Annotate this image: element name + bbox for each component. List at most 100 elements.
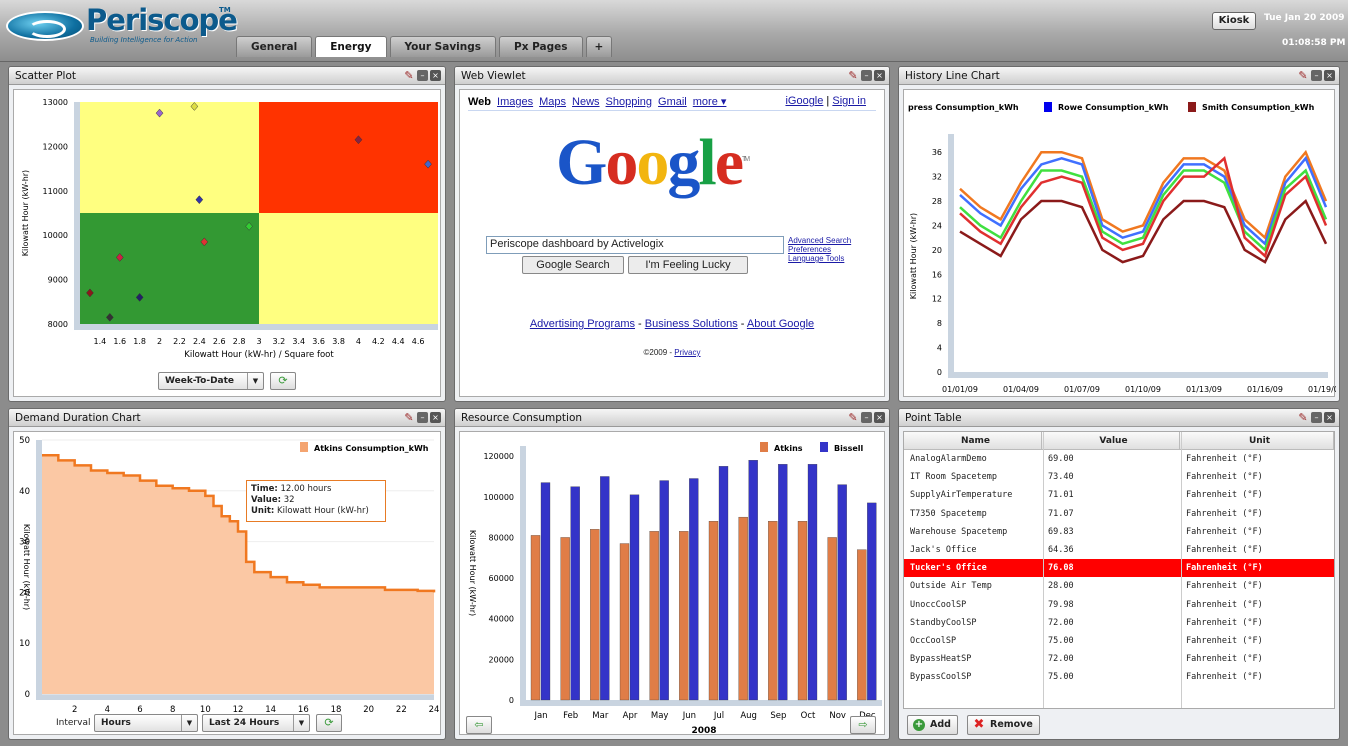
remove-button[interactable]: ✖ Remove bbox=[967, 715, 1040, 735]
table-row[interactable]: Jack's Office 64.36 Fahrenheit (°F) bbox=[904, 541, 1334, 559]
nav-news[interactable]: News bbox=[572, 96, 600, 108]
close-icon[interactable]: × bbox=[1324, 412, 1335, 423]
nav-shopping[interactable]: Shopping bbox=[606, 96, 653, 108]
close-icon[interactable]: × bbox=[430, 412, 441, 423]
igoogle-link[interactable]: iGoogle bbox=[785, 95, 823, 107]
x-tick-label: 4.2 bbox=[372, 337, 385, 346]
close-icon[interactable]: × bbox=[874, 70, 885, 81]
column-header-unit[interactable]: Unit bbox=[1180, 432, 1334, 449]
cell-name: IT Room Spacetemp bbox=[910, 472, 997, 483]
preferences-link[interactable]: Preferences bbox=[788, 245, 851, 254]
minimize-icon[interactable]: – bbox=[861, 412, 872, 423]
advertising-link[interactable]: Advertising Programs bbox=[530, 318, 635, 330]
x-tick-label: 24 bbox=[429, 705, 440, 715]
search-input[interactable]: Periscope dashboard by Activelogix bbox=[486, 236, 784, 254]
cell-value: 72.00 bbox=[1048, 654, 1074, 665]
minimize-icon[interactable]: – bbox=[417, 70, 428, 81]
tooltip-time-label: Time: bbox=[251, 484, 278, 494]
business-link[interactable]: Business Solutions bbox=[645, 318, 738, 330]
bar bbox=[778, 464, 788, 701]
minimize-icon[interactable]: – bbox=[1311, 412, 1322, 423]
column-header-value[interactable]: Value bbox=[1042, 432, 1180, 449]
interval-select[interactable]: Hours ▼ bbox=[94, 714, 198, 732]
nav-gmail[interactable]: Gmail bbox=[658, 96, 687, 108]
y-tick-label: 8 bbox=[937, 319, 942, 328]
chevron-down-icon: ▼ bbox=[293, 715, 309, 731]
tooltip-unit-value: Kilowatt Hour (kW-hr) bbox=[277, 506, 369, 516]
table-row[interactable]: StandbyCoolSP 72.00 Fahrenheit (°F) bbox=[904, 614, 1334, 632]
x-tick-label: 01/19/09 bbox=[1308, 385, 1336, 394]
refresh-button[interactable]: ⟳ bbox=[316, 714, 342, 732]
nav-maps[interactable]: Maps bbox=[539, 96, 566, 108]
time-range-select[interactable]: Last 24 Hours ▼ bbox=[202, 714, 310, 732]
tab-general[interactable]: General bbox=[236, 36, 313, 57]
table-row[interactable]: UnoccCoolSP 79.98 Fahrenheit (°F) bbox=[904, 596, 1334, 614]
minimize-icon[interactable]: – bbox=[1311, 70, 1322, 81]
edit-wrench-icon[interactable]: ✎ bbox=[1297, 412, 1309, 423]
google-account-links: iGoogle | Sign in bbox=[785, 95, 866, 107]
minimize-icon[interactable]: – bbox=[417, 412, 428, 423]
add-button[interactable]: + Add bbox=[907, 715, 958, 735]
periscope-logo: Periscope TM Building Intelligence for A… bbox=[6, 3, 238, 47]
table-row[interactable]: BypassCoolSP 75.00 Fahrenheit (°F) bbox=[904, 668, 1334, 686]
panel-header: Scatter Plot ✎ – × bbox=[9, 67, 445, 85]
panel-title: Web Viewlet bbox=[461, 70, 526, 82]
nav-images[interactable]: Images bbox=[497, 96, 533, 108]
edit-wrench-icon[interactable]: ✎ bbox=[847, 412, 859, 423]
sign-in-link[interactable]: Sign in bbox=[832, 95, 866, 107]
bar bbox=[570, 486, 580, 701]
tab-your-savings[interactable]: Your Savings bbox=[389, 36, 497, 57]
next-year-button[interactable]: ⇨ bbox=[850, 716, 876, 734]
cell-name: SupplyAirTemperature bbox=[910, 490, 1013, 501]
point-table: Name Value Unit AnalogAlarmDemo 69.00 Fahr… bbox=[903, 431, 1335, 709]
table-row[interactable]: BypassHeatSP 72.00 Fahrenheit (°F) bbox=[904, 650, 1334, 668]
bar bbox=[708, 521, 719, 701]
column-header-name[interactable]: Name bbox=[904, 432, 1042, 449]
minimize-icon[interactable]: – bbox=[861, 70, 872, 81]
edit-wrench-icon[interactable]: ✎ bbox=[1297, 70, 1309, 81]
table-row[interactable]: OccCoolSP 75.00 Fahrenheit (°F) bbox=[904, 632, 1334, 650]
demand-chart: 010203040502 4 6 8 10 12 14 16 18 20 22 24Kilowatt … bbox=[19, 436, 440, 715]
about-link[interactable]: About Google bbox=[747, 318, 814, 330]
table-row[interactable]: AnalogAlarmDemo 69.00 Fahrenheit (°F) bbox=[904, 450, 1334, 468]
feeling-lucky-button[interactable]: I'm Feeling Lucky bbox=[628, 256, 748, 274]
tab-px-pages[interactable]: Px Pages bbox=[499, 36, 583, 57]
google-search-button[interactable]: Google Search bbox=[522, 256, 624, 274]
google-nav: Web Images Maps News Shopping Gmail more ▾ bbox=[468, 95, 732, 108]
previous-year-button[interactable]: ⇦ bbox=[466, 716, 492, 734]
y-axis-label: Kilowatt Hour (kW-hr) bbox=[22, 524, 31, 610]
nav-more[interactable]: more ▾ bbox=[693, 96, 727, 108]
close-icon[interactable]: × bbox=[874, 412, 885, 423]
privacy-link[interactable]: Privacy bbox=[674, 348, 700, 357]
table-row[interactable]: IT Room Spacetemp 73.40 Fahrenheit (°F) bbox=[904, 468, 1334, 486]
table-row[interactable]: T7350 Spacetemp 71.07 Fahrenheit (°F) bbox=[904, 505, 1334, 523]
nav-web[interactable]: Web bbox=[468, 96, 491, 108]
language-tools-link[interactable]: Language Tools bbox=[788, 254, 851, 263]
table-row[interactable]: SupplyAirTemperature 71.01 Fahrenheit (°F) bbox=[904, 486, 1334, 504]
edit-wrench-icon[interactable]: ✎ bbox=[403, 412, 415, 423]
advanced-search-link[interactable]: Advanced Search bbox=[788, 236, 851, 245]
edit-wrench-icon[interactable]: ✎ bbox=[403, 70, 415, 81]
table-rows: AnalogAlarmDemo 69.00 Fahrenheit (°F) IT Ro… bbox=[904, 450, 1334, 686]
x-tick-label: 1.4 bbox=[94, 337, 107, 346]
bar bbox=[530, 535, 541, 701]
add-tab-button[interactable]: + bbox=[585, 36, 613, 57]
x-tick-label: 3.6 bbox=[312, 337, 325, 346]
cell-value: 75.00 bbox=[1048, 672, 1074, 683]
time-range-value: Last 24 Hours bbox=[209, 718, 280, 728]
table-row[interactable]: Outside Air Temp 28.00 Fahrenheit (°F) bbox=[904, 577, 1334, 595]
kiosk-button[interactable]: Kiosk bbox=[1212, 12, 1256, 30]
table-row[interactable]: Warehouse Spacetemp 69.83 Fahrenheit (°F) bbox=[904, 523, 1334, 541]
cell-name: T7350 Spacetemp bbox=[910, 508, 987, 519]
close-icon[interactable]: × bbox=[430, 70, 441, 81]
legend-label: Smith Consumption_kWh bbox=[1202, 103, 1315, 112]
table-row[interactable]: Tucker's Office 76.08 Fahrenheit (°F) bbox=[904, 559, 1334, 578]
range-select[interactable]: Week-To-Date ▼ bbox=[158, 372, 264, 390]
y-tick-label: 11000 bbox=[43, 187, 68, 196]
edit-wrench-icon[interactable]: ✎ bbox=[847, 70, 859, 81]
bar bbox=[600, 476, 610, 701]
tab-energy[interactable]: Energy bbox=[315, 36, 387, 57]
close-icon[interactable]: × bbox=[1324, 70, 1335, 81]
x-tick-label: 2.6 bbox=[213, 337, 226, 346]
refresh-button[interactable]: ⟳ bbox=[270, 372, 296, 390]
